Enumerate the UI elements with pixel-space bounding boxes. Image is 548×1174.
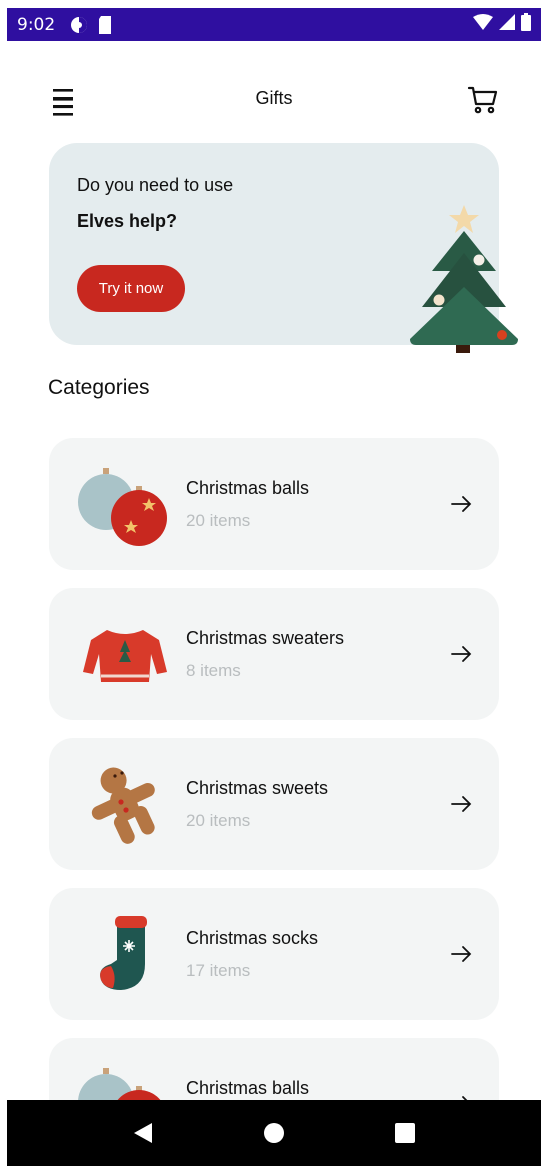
menu-button[interactable] <box>51 88 77 110</box>
banner-emphasis: Elves help? <box>77 211 178 231</box>
back-icon[interactable] <box>123 1113 163 1153</box>
signal-icon <box>499 14 515 35</box>
sd-card-icon <box>97 15 113 35</box>
arrow-right-icon <box>449 794 473 814</box>
elves-help-banner: Do you need to use Elves help? Try it no… <box>49 143 518 353</box>
system-nav-bar <box>7 1100 541 1166</box>
try-it-now-button[interactable]: Try it now <box>77 265 185 312</box>
category-count: 17 items <box>186 961 251 980</box>
category-card-christmas-sweets[interactable]: Christmas sweets 20 items <box>49 738 499 870</box>
category-name: Christmas socks <box>186 928 319 948</box>
data-saver-icon <box>69 15 89 35</box>
app-screen: 9:02 Gifts Do you need to use Elves help… <box>7 8 541 1166</box>
home-icon[interactable] <box>254 1113 294 1153</box>
category-card-christmas-socks[interactable]: Christmas socks 17 items <box>49 888 499 1020</box>
status-right <box>473 13 531 36</box>
category-name: Christmas sweaters <box>186 628 345 648</box>
category-count: 20 items <box>186 811 251 830</box>
shopping-cart-icon[interactable] <box>467 84 499 116</box>
category-name: Christmas balls <box>186 478 310 498</box>
arrow-right-icon <box>449 494 473 514</box>
categories-heading: Categories <box>48 376 150 399</box>
category-name: Christmas sweets <box>186 778 329 798</box>
sweater-icon <box>77 610 173 700</box>
christmas-tree-icon <box>404 195 524 355</box>
status-time: 9:02 <box>17 14 56 35</box>
category-count: 8 items <box>186 661 241 680</box>
arrow-right-icon <box>449 644 473 664</box>
page-title: Gifts <box>255 88 293 108</box>
arrow-right-icon <box>449 944 473 964</box>
category-name: Christmas balls <box>186 1078 310 1098</box>
recents-icon[interactable] <box>385 1113 425 1153</box>
gingerbread-icon <box>77 760 173 850</box>
stocking-icon <box>77 910 173 1000</box>
banner-question: Do you need to use <box>77 175 234 195</box>
wifi-icon <box>473 14 493 35</box>
status-bar: 9:02 <box>7 8 541 41</box>
category-card-christmas-sweaters[interactable]: Christmas sweaters 8 items <box>49 588 499 720</box>
christmas-balls-icon <box>77 460 173 550</box>
battery-icon <box>521 13 531 36</box>
category-card-christmas-balls[interactable]: Christmas balls 20 items <box>49 438 499 570</box>
category-count: 20 items <box>186 511 251 530</box>
